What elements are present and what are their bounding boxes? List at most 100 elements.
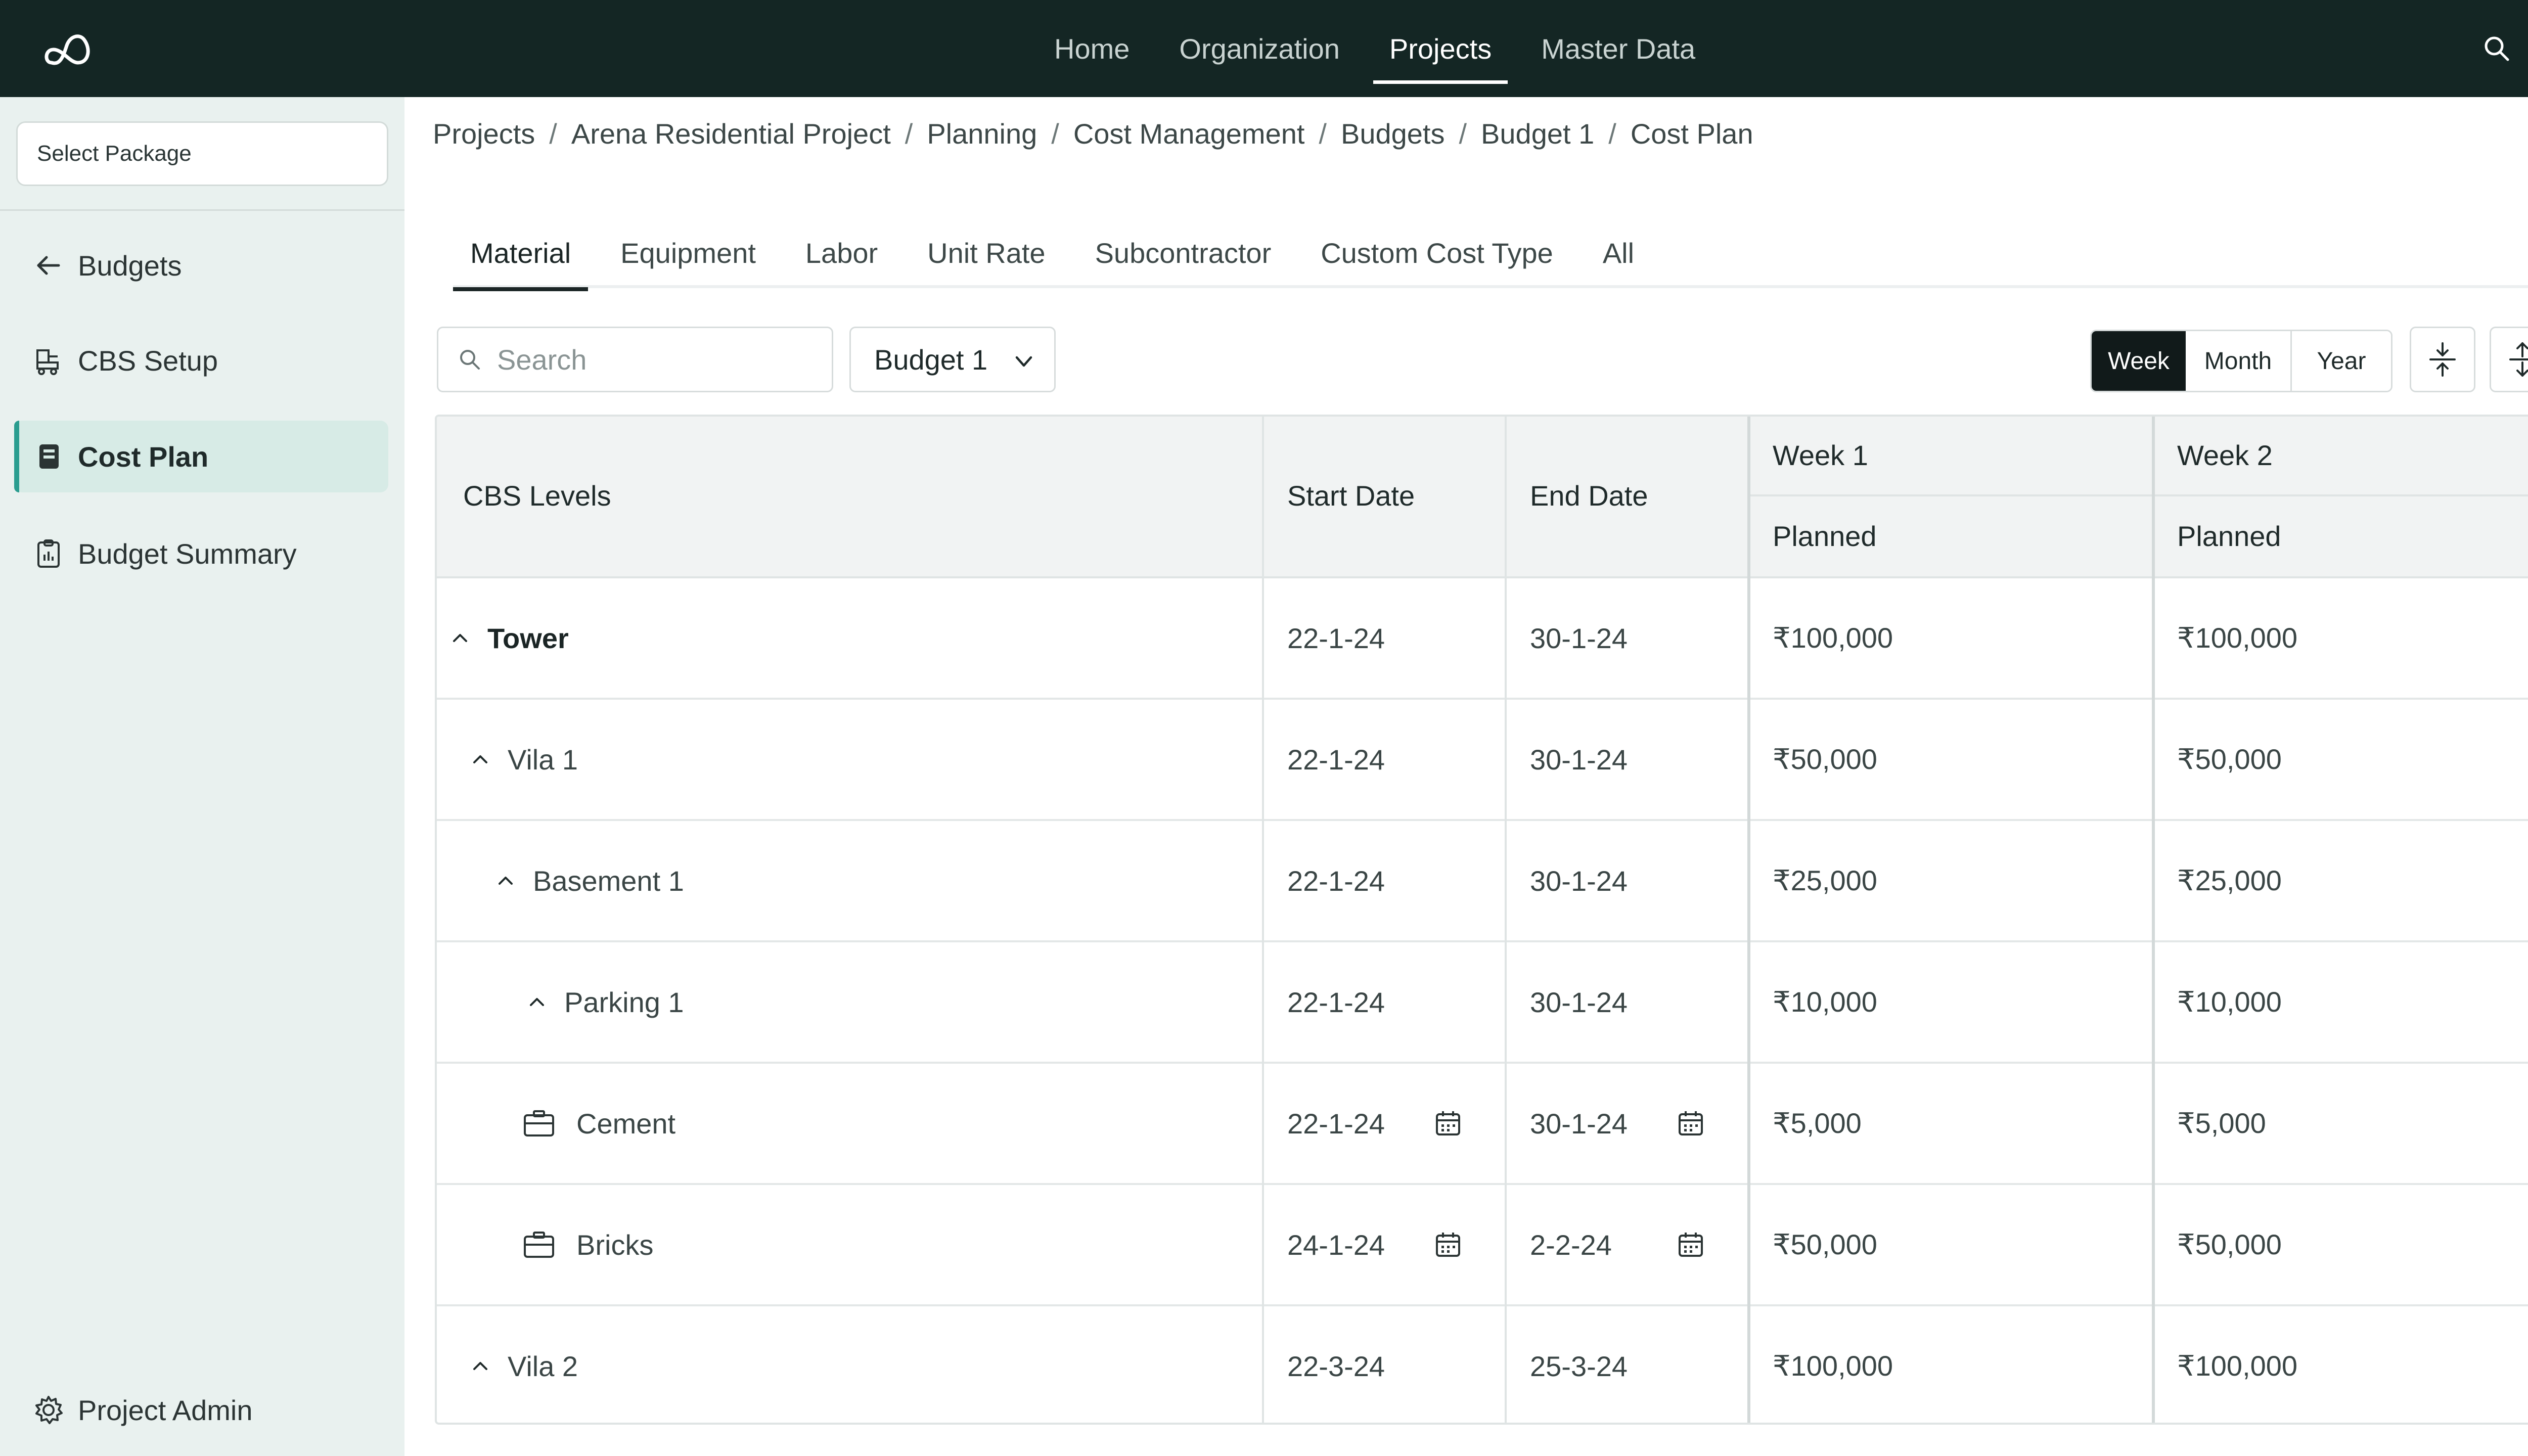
back-to-budgets-link[interactable]: Budgets (14, 230, 388, 301)
tab-custom-cost-type[interactable]: Custom Cost Type (1303, 217, 1570, 288)
sidebar: Select Package Budgets CBS Setup Cost Pl… (0, 97, 404, 1456)
header-week-2: Week 2 (2177, 439, 2273, 471)
clipboard-icon (37, 539, 60, 568)
cbs-level-cell: Parking 1 (528, 942, 684, 1062)
breadcrumb-cost-plan: Cost Plan (1630, 118, 1753, 150)
sidebar-item-budget-summary[interactable]: Budget Summary (14, 518, 388, 589)
cbs-level-name: Parking 1 (564, 986, 684, 1018)
cbs-level-name: Tower (487, 622, 569, 654)
start-date-cell: 24-1-24 (1287, 1228, 1385, 1261)
start-date-cell: 22-1-24 (1287, 986, 1385, 1018)
nav-projects[interactable]: Projects (1373, 0, 1508, 97)
start-date-cell: 22-1-24 (1287, 1107, 1385, 1140)
cbs-level-name: Cement (576, 1107, 676, 1140)
header-end-date: End Date (1530, 480, 1648, 512)
table-row[interactable]: Tower 22-1-24 30-1-24 ₹100,000 ₹100,000 (437, 578, 2528, 700)
nav-home[interactable]: Home (1038, 0, 1146, 97)
week-1-planned-cell: ₹100,000 (1773, 1350, 1893, 1382)
expand-all-button[interactable] (2490, 327, 2528, 392)
main-nav: Home Organization Projects Master Data (1038, 0, 1729, 97)
chevron-up-icon[interactable] (528, 993, 546, 1011)
period-year-button[interactable]: Year (2292, 331, 2391, 391)
cbs-level-name: Bricks (576, 1228, 654, 1261)
calendar-icon[interactable] (1677, 1231, 1705, 1259)
cbs-level-cell: Vila 2 (471, 1306, 578, 1423)
infinity-logo-icon[interactable] (40, 23, 101, 74)
cbs-level-cell: Basement 1 (496, 821, 684, 940)
search-icon[interactable] (2481, 33, 2512, 64)
week-2-planned-cell: ₹5,000 (2177, 1107, 2266, 1139)
breadcrumb-cost-management[interactable]: Cost Management (1073, 117, 1305, 150)
table-row[interactable]: Bricks 24-1-24 2-2-24 ₹50,000 ₹50,000 (437, 1185, 2528, 1306)
package-select[interactable]: Select Package (16, 121, 388, 186)
tab-equipment[interactable]: Equipment (603, 217, 773, 288)
chevron-up-icon[interactable] (471, 1357, 489, 1375)
calendar-icon[interactable] (1434, 1109, 1462, 1138)
end-date-cell: 30-1-24 (1530, 1107, 1628, 1140)
search-input[interactable] (497, 343, 780, 376)
end-date-cell: 30-1-24 (1530, 864, 1628, 897)
sidebar-item-label: Cost Plan (78, 440, 209, 473)
sidebar-item-project-admin[interactable]: Project Admin (14, 1374, 388, 1446)
cbs-level-cell: Bricks (523, 1185, 653, 1304)
week-2-planned-cell: ₹50,000 (2177, 1228, 2282, 1260)
breadcrumb: Projects / Arena Residential Project / Pla… (433, 117, 1753, 150)
breadcrumb-project[interactable]: Arena Residential Project (571, 117, 891, 150)
table-header: CBS Levels Start Date End Date Week 1 We… (437, 417, 2528, 578)
period-toggle: Week Month Year (2090, 330, 2392, 392)
header-planned-2: Planned (2177, 520, 2281, 552)
budget-select[interactable]: Budget 1 (849, 327, 1056, 392)
table-row[interactable]: Basement 1 22-1-24 30-1-24 ₹25,000 ₹25,000 (437, 821, 2528, 942)
nav-master-data[interactable]: Master Data (1525, 0, 1711, 97)
top-navigation-bar: Home Organization Projects Master Data (0, 0, 2528, 97)
tab-material[interactable]: Material (453, 217, 589, 291)
start-date-cell: 22-1-24 (1287, 622, 1385, 654)
arrow-left-icon (37, 256, 60, 275)
gear-icon (35, 1396, 63, 1424)
header-divider (1748, 494, 2528, 496)
period-month-button[interactable]: Month (2186, 331, 2292, 391)
cbs-level-name: Vila 2 (508, 1350, 578, 1382)
week-1-planned-cell: ₹100,000 (1773, 622, 1893, 654)
table-row[interactable]: Vila 1 22-1-24 30-1-24 ₹50,000 ₹50,000 (437, 700, 2528, 821)
sidebar-item-cbs-setup[interactable]: CBS Setup (14, 325, 388, 396)
cost-plan-table: CBS Levels Start Date End Date Week 1 We… (435, 415, 2528, 1425)
sidebar-item-label: Budget Summary (78, 537, 297, 570)
tab-unit-rate[interactable]: Unit Rate (910, 217, 1062, 288)
chevron-up-icon[interactable] (496, 872, 515, 890)
breadcrumb-budget-1[interactable]: Budget 1 (1481, 117, 1594, 150)
start-date-cell: 22-1-24 (1287, 864, 1385, 897)
sidebar-item-cost-plan[interactable]: Cost Plan (14, 421, 388, 492)
tab-labor[interactable]: Labor (788, 217, 895, 288)
back-label: Budgets (78, 249, 182, 282)
week-1-planned-cell: ₹50,000 (1773, 743, 1877, 775)
expand-icon (2509, 342, 2528, 377)
header-cbs-levels: CBS Levels (463, 480, 611, 512)
start-date-cell: 22-3-24 (1287, 1350, 1385, 1382)
briefcase-icon (524, 1110, 554, 1136)
chevron-up-icon[interactable] (471, 750, 489, 768)
table-row[interactable]: Cement 22-1-24 30-1-24 ₹5,000 ₹5,000 (437, 1064, 2528, 1185)
breadcrumb-planning[interactable]: Planning (927, 117, 1037, 150)
period-week-button[interactable]: Week (2092, 331, 2186, 391)
nav-organization[interactable]: Organization (1163, 0, 1356, 97)
tab-all[interactable]: All (1586, 217, 1651, 288)
collapse-all-button[interactable] (2410, 327, 2475, 392)
breadcrumb-budgets[interactable]: Budgets (1341, 117, 1445, 150)
tab-subcontractor[interactable]: Subcontractor (1078, 217, 1289, 288)
search-icon (460, 350, 480, 370)
cbs-level-cell: Vila 1 (471, 700, 578, 819)
table-row[interactable]: Vila 2 22-3-24 25-3-24 ₹100,000 ₹100,000 (437, 1306, 2528, 1423)
cbs-level-name: Vila 1 (508, 743, 578, 776)
calendar-icon[interactable] (1434, 1231, 1462, 1259)
breadcrumb-projects[interactable]: Projects (433, 117, 535, 150)
week-2-planned-cell: ₹100,000 (2177, 622, 2298, 654)
budget-select-value: Budget 1 (874, 343, 988, 376)
calendar-icon[interactable] (1677, 1109, 1705, 1138)
sidebar-item-label: Project Admin (78, 1394, 253, 1426)
cbs-level-cell: Tower (451, 578, 569, 698)
table-row[interactable]: Parking 1 22-1-24 30-1-24 ₹10,000 ₹10,000 (437, 942, 2528, 1064)
chevron-up-icon[interactable] (451, 629, 469, 647)
column-divider (1747, 417, 1750, 1423)
sidebar-item-label: CBS Setup (78, 344, 218, 377)
